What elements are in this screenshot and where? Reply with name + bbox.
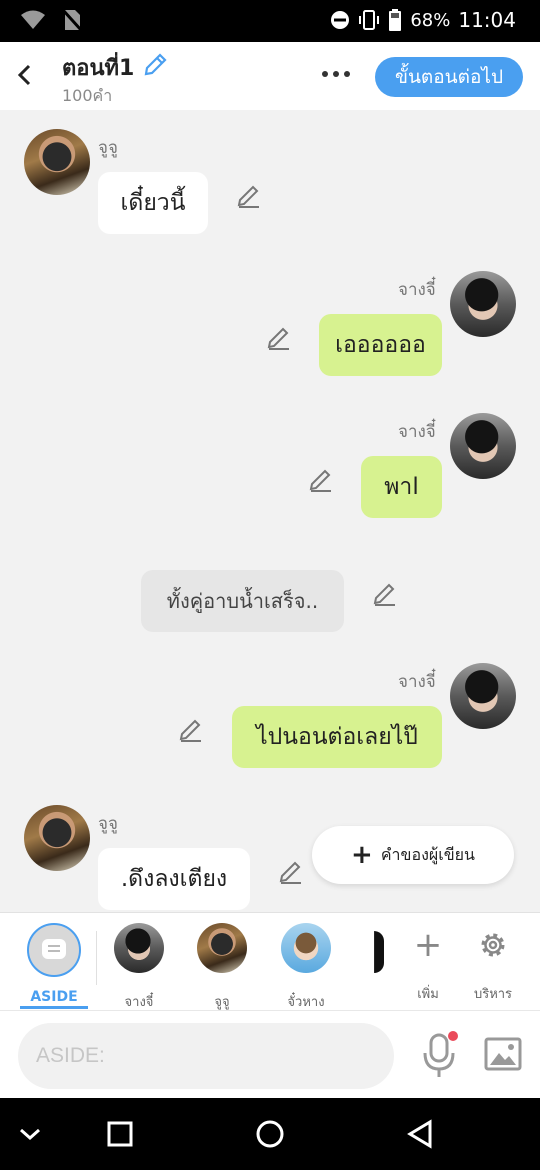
character-avatar bbox=[114, 923, 164, 973]
aside-label: ASIDE bbox=[30, 989, 78, 1005]
speaker-name: จางจี๋ bbox=[398, 672, 436, 692]
speaker-name: จูจู bbox=[98, 138, 118, 158]
battery-percent: 68% bbox=[410, 9, 451, 31]
image-icon[interactable] bbox=[484, 1037, 522, 1071]
message-input[interactable] bbox=[18, 1023, 394, 1089]
system-nav-bar bbox=[0, 1098, 540, 1170]
plus-icon: + bbox=[351, 840, 373, 870]
edit-pencil-icon[interactable] bbox=[142, 52, 168, 78]
word-count: 100คำ bbox=[62, 86, 113, 105]
character-bar: ASIDE จางจี๋ จูจู จั๋วหาง + เพิ่ม บริหาร bbox=[0, 912, 540, 1010]
more-dots-icon[interactable] bbox=[318, 62, 354, 86]
gear-icon bbox=[481, 933, 505, 957]
author-note-label: คำของผู้เขียน bbox=[380, 844, 475, 864]
narration-icon bbox=[42, 939, 66, 959]
character-name: จั๋วหาง bbox=[287, 995, 325, 1010]
character-avatar bbox=[281, 923, 331, 973]
add-label: เพิ่ม bbox=[417, 987, 439, 1002]
aside-avatar bbox=[27, 923, 81, 977]
recents-icon[interactable] bbox=[102, 1116, 138, 1152]
manage-button[interactable]: บริหาร bbox=[463, 923, 523, 1007]
message-bubble[interactable]: ไปนอนต่อเลยไป๊ bbox=[232, 706, 442, 768]
speaker-name: จูจู bbox=[98, 814, 118, 834]
character-name: จูจู bbox=[214, 995, 230, 1010]
narration-bubble[interactable]: ทั้งคู่อาบน้ำเสร็จ.. bbox=[141, 570, 344, 632]
no-sim-icon bbox=[62, 9, 82, 31]
edit-pencil-icon[interactable] bbox=[236, 183, 262, 209]
edit-pencil-icon[interactable] bbox=[278, 859, 304, 885]
character-avatar bbox=[197, 923, 247, 973]
episode-title[interactable]: ตอนที่1 bbox=[62, 50, 134, 85]
speaker-name: จางจี๋ bbox=[398, 280, 436, 300]
avatar[interactable] bbox=[450, 413, 516, 479]
divider bbox=[96, 931, 97, 985]
speaker-name: จางจี๋ bbox=[398, 422, 436, 442]
character-juahang[interactable]: จั๋วหาง bbox=[273, 923, 339, 1010]
edit-pencil-icon[interactable] bbox=[266, 325, 292, 351]
chat-area[interactable]: จูจู เดี๋ยวนี้ จางจี๋ เออออออ จางจี๋ พาl… bbox=[0, 110, 540, 912]
back-arrow-icon bbox=[17, 64, 31, 86]
header: ตอนที่1 100คำ ขั้นตอนต่อไป bbox=[0, 42, 540, 110]
edit-pencil-icon[interactable] bbox=[308, 467, 334, 493]
message-bubble[interactable]: .ดึงลงเตียง bbox=[98, 848, 250, 910]
do-not-disturb-icon bbox=[331, 11, 350, 29]
back-triangle-icon[interactable] bbox=[402, 1116, 438, 1152]
message-bubble[interactable]: พาl bbox=[361, 456, 442, 518]
chevron-down-icon[interactable] bbox=[12, 1116, 48, 1152]
back-button[interactable] bbox=[14, 60, 38, 90]
edit-pencil-icon[interactable] bbox=[372, 581, 398, 607]
add-character-button[interactable]: + เพิ่ม bbox=[398, 923, 458, 1007]
clock: 11:04 bbox=[458, 8, 516, 32]
next-step-button[interactable]: ขั้นตอนต่อไป bbox=[375, 57, 523, 97]
vibrate-icon bbox=[359, 10, 380, 30]
avatar[interactable] bbox=[24, 129, 90, 195]
home-icon[interactable] bbox=[252, 1116, 288, 1152]
character-jangji[interactable]: จางจี๋ bbox=[106, 923, 172, 1010]
character-partial[interactable] bbox=[366, 931, 384, 973]
edit-pencil-icon[interactable] bbox=[178, 717, 204, 743]
battery-icon bbox=[389, 9, 402, 31]
avatar[interactable] bbox=[450, 271, 516, 337]
plus-icon: + bbox=[413, 925, 443, 965]
avatar[interactable] bbox=[450, 663, 516, 729]
avatar[interactable] bbox=[24, 805, 90, 871]
author-note-button[interactable]: + คำของผู้เขียน bbox=[312, 826, 514, 884]
input-bar bbox=[0, 1010, 540, 1098]
message-bubble[interactable]: เออออออ bbox=[319, 314, 442, 376]
character-name: จางจี๋ bbox=[124, 995, 154, 1010]
status-bar: 68% 11:04 bbox=[0, 0, 540, 42]
message-bubble[interactable]: เดี๋ยวนี้ bbox=[98, 172, 208, 234]
recording-dot bbox=[448, 1031, 458, 1041]
character-juju[interactable]: จูจู bbox=[189, 923, 255, 1010]
manage-label: บริหาร bbox=[473, 987, 513, 1002]
wifi-icon bbox=[21, 10, 45, 29]
aside-tab[interactable]: ASIDE bbox=[20, 919, 88, 1009]
